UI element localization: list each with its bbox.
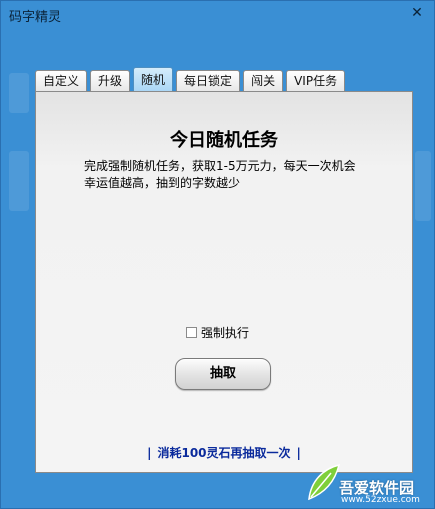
separator: |: [296, 446, 301, 460]
force-execute-label: 强制执行: [201, 326, 250, 340]
description-line: 幸运值越高，抽到的字数越少: [84, 176, 241, 190]
background-ghost: [9, 151, 29, 211]
background-ghost: [9, 73, 29, 113]
title-bar[interactable]: 码字精灵 ✕: [1, 1, 434, 27]
site-watermark: 吾爱软件园 www.52zxue.com: [303, 455, 433, 507]
draw-button[interactable]: 抽取: [175, 358, 271, 390]
background-ghost: [415, 151, 431, 221]
close-icon: ✕: [411, 5, 423, 21]
close-button[interactable]: ✕: [409, 5, 425, 21]
redraw-link-text: 消耗100灵石再抽取一次: [157, 446, 291, 460]
tab-daily-lock[interactable]: 每日锁定: [176, 70, 241, 92]
tab-random[interactable]: 随机: [133, 67, 174, 92]
tab-custom[interactable]: 自定义: [35, 70, 88, 92]
force-execute-option[interactable]: 强制执行: [186, 324, 249, 341]
tab-challenge[interactable]: 闯关: [243, 70, 284, 92]
force-execute-checkbox[interactable]: [186, 327, 197, 338]
description-line: 完成强制随机任务，获取1-5万元力，每天一次机会: [84, 159, 356, 173]
watermark-url: www.52zxue.com: [341, 495, 420, 505]
tab-upgrade[interactable]: 升级: [90, 70, 131, 92]
panel-title: 今日随机任务: [170, 130, 278, 151]
window-title: 码字精灵: [9, 10, 62, 25]
tab-vip-task[interactable]: VIP任务: [286, 70, 346, 92]
leaf-logo-icon: [308, 463, 341, 501]
tab-strip: 自定义 升级 随机 每日锁定 闯关 VIP任务: [35, 67, 348, 92]
task-description: 完成强制随机任务，获取1-5万元力，每天一次机会 幸运值越高，抽到的字数越少: [84, 158, 374, 192]
separator: |: [147, 446, 152, 460]
random-task-panel: 今日随机任务 完成强制随机任务，获取1-5万元力，每天一次机会 幸运值越高，抽到…: [35, 91, 413, 473]
app-window: 码字精灵 ✕ 自定义 升级 随机 每日锁定 闯关 VIP任务 今日随机任务 完成…: [0, 0, 435, 509]
